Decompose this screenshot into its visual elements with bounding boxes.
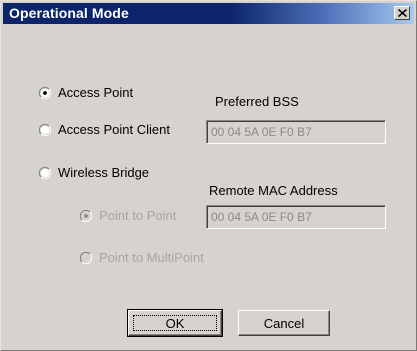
- radio-selected-disabled-icon: [80, 210, 92, 222]
- radio-unselected-icon: [39, 124, 51, 136]
- access-point-label: Access Point: [58, 85, 134, 100]
- remote-mac-input[interactable]: 00 04 5A 0E F0 B7: [206, 205, 386, 229]
- window-title: Operational Mode: [9, 5, 129, 21]
- radio-unselected-disabled-icon: [80, 252, 92, 264]
- point-to-point-label: Point to Point: [99, 208, 177, 223]
- point-to-multipoint-label: Point to MultiPoint: [99, 250, 204, 265]
- ok-button[interactable]: OK: [127, 309, 223, 337]
- preferred-bss-input[interactable]: 00 04 5A 0E F0 B7: [206, 120, 386, 144]
- radio-unselected-icon: [39, 167, 51, 179]
- radio-wireless-bridge[interactable]: Wireless Bridge: [39, 165, 149, 181]
- preferred-bss-label: Preferred BSS: [215, 94, 299, 109]
- ok-button-label: OK: [165, 315, 185, 331]
- radio-point-to-multipoint[interactable]: Point to MultiPoint: [80, 250, 204, 266]
- remote-mac-label: Remote MAC Address: [209, 183, 338, 198]
- access-point-client-label: Access Point Client: [58, 122, 170, 137]
- radio-point-to-point[interactable]: Point to Point: [80, 208, 176, 224]
- radio-access-point[interactable]: Access Point: [39, 85, 133, 101]
- close-button[interactable]: [394, 6, 410, 20]
- radio-access-point-client[interactable]: Access Point Client: [39, 122, 170, 138]
- title-bar[interactable]: Operational Mode: [3, 3, 414, 24]
- cancel-button[interactable]: Cancel: [238, 310, 330, 336]
- cancel-button-label: Cancel: [263, 315, 305, 331]
- wireless-bridge-label: Wireless Bridge: [58, 165, 150, 180]
- operational-mode-dialog: Operational Mode Access Point Preferred …: [0, 0, 417, 351]
- radio-selected-icon: [39, 87, 51, 99]
- close-icon: [398, 9, 407, 17]
